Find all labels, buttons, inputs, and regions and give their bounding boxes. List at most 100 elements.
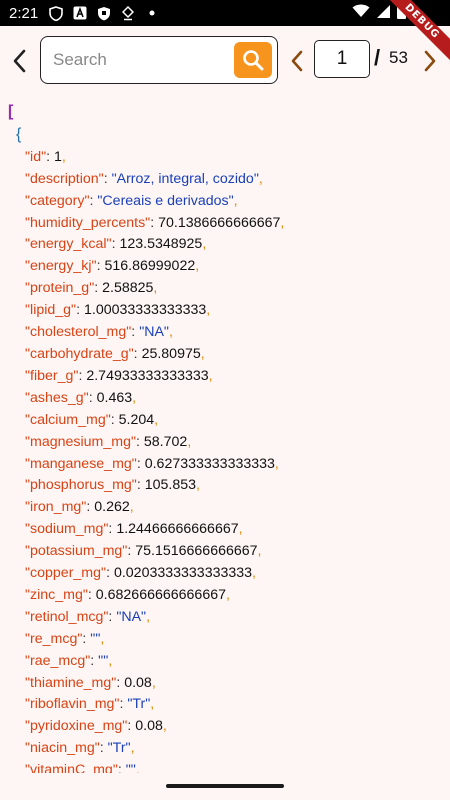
json-key: "pyridoxine_mg" bbox=[25, 718, 128, 735]
json-key: "re_mcg" bbox=[25, 630, 83, 647]
shield-icon bbox=[96, 5, 112, 21]
json-colon: : bbox=[94, 280, 103, 297]
json-colon: : bbox=[131, 324, 140, 341]
json-comma: , bbox=[168, 324, 173, 341]
json-colon: : bbox=[90, 652, 99, 669]
json-comma: , bbox=[187, 433, 192, 450]
json-key: "rae_mcg" bbox=[25, 652, 91, 669]
chevron-left-icon bbox=[291, 50, 303, 72]
wifi-icon bbox=[352, 4, 370, 22]
json-value: "Cereais e derivados" bbox=[97, 192, 234, 209]
json-comma: , bbox=[150, 696, 155, 713]
json-key: "id" bbox=[25, 148, 47, 165]
json-value: "Tr" bbox=[107, 740, 131, 757]
json-comma: , bbox=[196, 477, 200, 494]
json-value: 58.702 bbox=[143, 433, 188, 450]
download-icon bbox=[120, 5, 136, 21]
json-comma: , bbox=[162, 718, 167, 735]
json-comma: , bbox=[200, 345, 205, 362]
chevron-right-icon bbox=[424, 50, 436, 72]
json-key: "humidity_percents" bbox=[25, 214, 151, 231]
json-value: "NA" bbox=[116, 608, 147, 625]
search-box bbox=[40, 36, 278, 84]
current-page: 1 bbox=[336, 48, 348, 69]
json-colon: : bbox=[103, 170, 112, 187]
json-value: 0.463 bbox=[96, 389, 133, 406]
json-key: "energy_kcal" bbox=[25, 236, 112, 253]
json-row: "riboflavin_mg": "Tr", bbox=[0, 694, 450, 716]
json-value: "NA" bbox=[139, 324, 169, 341]
json-colon: : bbox=[133, 345, 142, 362]
json-comma: , bbox=[238, 521, 243, 538]
json-comma: , bbox=[233, 192, 238, 209]
next-page-button[interactable] bbox=[418, 46, 442, 76]
json-key: "riboflavin_mg" bbox=[25, 696, 120, 713]
json-row: "description": "Arroz, integral, cozido"… bbox=[0, 169, 450, 191]
search-icon bbox=[243, 50, 264, 71]
json-value: 0.0203333333333333 bbox=[113, 565, 253, 582]
json-row: "energy_kj": 516.86999022, bbox=[0, 256, 450, 278]
json-comma: , bbox=[226, 586, 230, 603]
json-row: "energy_kcal": 123.5348925, bbox=[0, 234, 450, 256]
json-open-brace: { bbox=[0, 124, 450, 147]
json-row: "carbohydrate_g": 25.80975, bbox=[0, 344, 450, 366]
json-key: "carbohydrate_g" bbox=[25, 345, 134, 362]
json-comma: , bbox=[208, 367, 213, 384]
json-key: "vitaminC_mg" bbox=[25, 762, 118, 773]
json-colon: : bbox=[46, 148, 55, 165]
json-key: "description" bbox=[25, 170, 104, 187]
status-bar: 2:21 DEBUG bbox=[0, 0, 450, 63]
json-value: 516.86999022 bbox=[104, 258, 196, 275]
json-key: "iron_mg" bbox=[25, 499, 87, 516]
prev-page-button[interactable] bbox=[285, 46, 309, 76]
json-row: "niacin_mg": "Tr", bbox=[0, 738, 450, 760]
json-comma: , bbox=[61, 148, 66, 165]
search-input[interactable] bbox=[53, 45, 223, 75]
json-value: 1 bbox=[54, 148, 62, 165]
json-value: "" bbox=[90, 630, 101, 647]
home-indicator bbox=[166, 784, 284, 788]
top-bar: 1 / 53 bbox=[0, 26, 450, 96]
json-key: "magnesium_mg" bbox=[25, 433, 137, 450]
json-colon: : bbox=[117, 762, 126, 773]
json-comma: , bbox=[195, 258, 200, 275]
json-rows: "id": 1, "description": "Arroz, integral,… bbox=[0, 147, 450, 773]
open-bracket: [ bbox=[8, 103, 14, 120]
dot-icon bbox=[144, 5, 160, 21]
json-value: 2.58825 bbox=[102, 280, 154, 297]
json-comma: , bbox=[130, 740, 135, 757]
json-value: 0.262 bbox=[94, 499, 130, 516]
json-value: 0.682666666666667 bbox=[95, 586, 226, 603]
json-row: "sodium_mg": 1.24466666666667, bbox=[0, 519, 450, 541]
json-row: "potassium_mg": 75.1516666666667, bbox=[0, 541, 450, 563]
json-key: "thiamine_mg" bbox=[25, 674, 117, 691]
json-colon: : bbox=[136, 455, 145, 472]
json-value: "Tr" bbox=[127, 696, 151, 713]
json-row: "pyridoxine_mg": 0.08, bbox=[0, 716, 450, 738]
json-row: "calcium_mg": 5.204, bbox=[0, 410, 450, 432]
json-comma: , bbox=[202, 236, 207, 253]
json-key: "cholesterol_mg" bbox=[25, 324, 132, 341]
json-row: "lipid_g": 1.00033333333333, bbox=[0, 300, 450, 322]
json-row: "phosphorus_mg": 105.853, bbox=[0, 475, 450, 497]
json-row: "zinc_mg": 0.682666666666667, bbox=[0, 585, 450, 607]
total-pages: 53 bbox=[389, 48, 408, 67]
json-comma: , bbox=[206, 302, 211, 319]
json-row: "retinol_mcg": "NA", bbox=[0, 607, 450, 629]
json-comma: , bbox=[154, 411, 159, 428]
json-colon: : bbox=[136, 477, 145, 494]
back-button[interactable] bbox=[6, 46, 34, 76]
search-button[interactable] bbox=[234, 42, 272, 78]
json-value: 0.627333333333333 bbox=[144, 455, 275, 472]
open-brace: { bbox=[16, 125, 22, 143]
page-number-field[interactable]: 1 bbox=[314, 40, 370, 78]
json-row: "re_mcg": "", bbox=[0, 629, 450, 651]
json-value: 0.08 bbox=[135, 718, 163, 735]
json-value: 105.853 bbox=[144, 477, 197, 494]
json-row: "iron_mg": 0.262, bbox=[0, 497, 450, 519]
json-comma: , bbox=[132, 389, 137, 406]
json-value: 70.1386666666667 bbox=[158, 214, 281, 231]
json-colon: : bbox=[99, 740, 108, 757]
json-value: 2.74933333333333 bbox=[86, 367, 209, 384]
json-key: "protein_g" bbox=[25, 280, 95, 297]
